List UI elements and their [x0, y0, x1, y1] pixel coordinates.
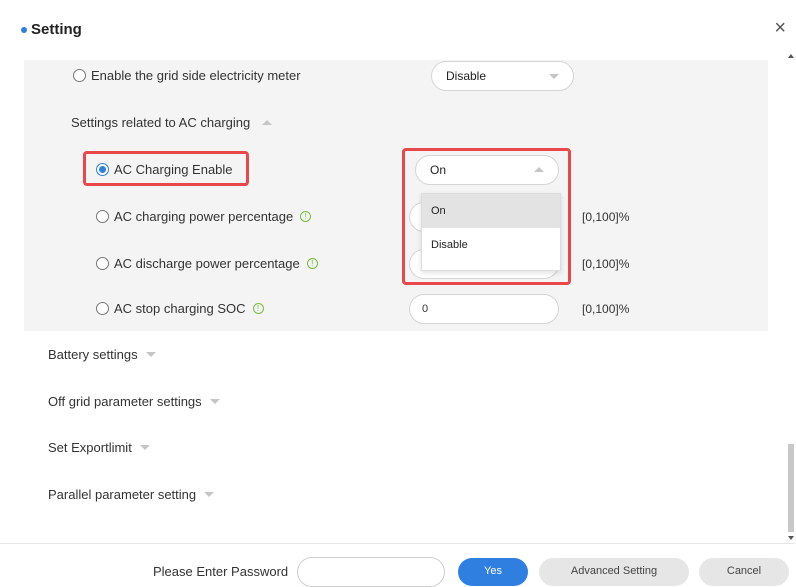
section-battery-settings[interactable]: Battery settings [48, 347, 156, 362]
section-off-grid-label: Off grid parameter settings [48, 394, 202, 409]
caret-down-icon [139, 445, 150, 450]
ac-stop-soc-input[interactable]: 0 [409, 294, 559, 324]
caret-down-icon [204, 492, 215, 497]
grid-meter-row: Enable the grid side electricity meter [73, 68, 301, 83]
dialog-title: Setting [31, 21, 82, 38]
ac-stop-soc-radio[interactable] [96, 302, 109, 315]
password-input[interactable] [297, 557, 445, 587]
settings-dialog: Setting × Enable the grid side electrici… [0, 0, 796, 587]
dropdown-option-disable[interactable]: Disable [422, 228, 560, 262]
ac-section-header[interactable]: Settings related to AC charging [71, 115, 273, 130]
ac-stop-soc-range: [0,100]% [582, 302, 630, 316]
ac-enable-label: AC Charging Enable [114, 162, 233, 177]
ac-stop-soc-label: AC stop charging SOC [114, 301, 246, 316]
advanced-setting-button[interactable]: Advanced Setting [539, 558, 689, 586]
ac-discharge-pct-row: AC discharge power percentage ! [96, 256, 318, 271]
cancel-button[interactable]: Cancel [699, 558, 789, 586]
ac-discharge-pct-radio[interactable] [96, 257, 109, 270]
dialog-header: Setting × [0, 0, 796, 60]
ac-discharge-pct-label: AC discharge power percentage [114, 256, 300, 271]
chevron-down-icon [549, 74, 559, 79]
grid-meter-label: Enable the grid side electricity meter [91, 68, 301, 83]
ac-enable-select[interactable]: On [415, 155, 559, 185]
section-export-label: Set Exportlimit [48, 440, 132, 455]
info-icon[interactable]: ! [306, 258, 318, 269]
close-icon[interactable]: × [774, 18, 786, 38]
scroll-down-icon[interactable] [788, 536, 794, 540]
ac-enable-select-value: On [430, 163, 447, 177]
dropdown-option-on[interactable]: On [422, 194, 560, 228]
ac-settings-panel [24, 60, 768, 331]
ac-enable-row: AC Charging Enable [96, 162, 233, 177]
section-parallel-settings[interactable]: Parallel parameter setting [48, 487, 215, 502]
section-export-limit[interactable]: Set Exportlimit [48, 440, 150, 455]
footer-divider [0, 543, 796, 544]
ac-charge-pct-row: AC charging power percentage ! [96, 209, 312, 224]
ac-charge-pct-radio[interactable] [96, 210, 109, 223]
ac-enable-dropdown: On Disable [421, 193, 561, 271]
info-icon[interactable]: ! [252, 303, 264, 314]
grid-meter-radio[interactable] [73, 69, 86, 82]
title-dot-icon [21, 27, 27, 33]
scrollbar-thumb[interactable] [788, 444, 794, 532]
chevron-up-icon [534, 167, 544, 172]
caret-up-icon [262, 120, 273, 125]
grid-meter-select[interactable]: Disable [431, 61, 574, 91]
ac-stop-soc-row: AC stop charging SOC ! [96, 301, 264, 316]
ac-charge-pct-label: AC charging power percentage [114, 209, 294, 224]
vertical-scrollbar[interactable] [786, 52, 796, 542]
ac-stop-soc-value: 0 [422, 303, 429, 315]
password-label: Please Enter Password [153, 564, 289, 579]
ac-enable-radio[interactable] [96, 163, 109, 176]
ac-charge-pct-range: [0,100]% [582, 210, 630, 224]
caret-down-icon [209, 399, 220, 404]
ac-discharge-pct-range: [0,100]% [582, 257, 630, 271]
scroll-up-icon[interactable] [788, 54, 794, 58]
caret-down-icon [145, 352, 156, 357]
grid-meter-select-value: Disable [446, 69, 487, 83]
section-parallel-label: Parallel parameter setting [48, 487, 197, 502]
ac-section-label: Settings related to AC charging [71, 115, 251, 130]
section-battery-label: Battery settings [48, 347, 138, 362]
yes-button[interactable]: Yes [458, 558, 528, 586]
section-off-grid-settings[interactable]: Off grid parameter settings [48, 394, 220, 409]
info-icon[interactable]: ! [300, 211, 312, 222]
